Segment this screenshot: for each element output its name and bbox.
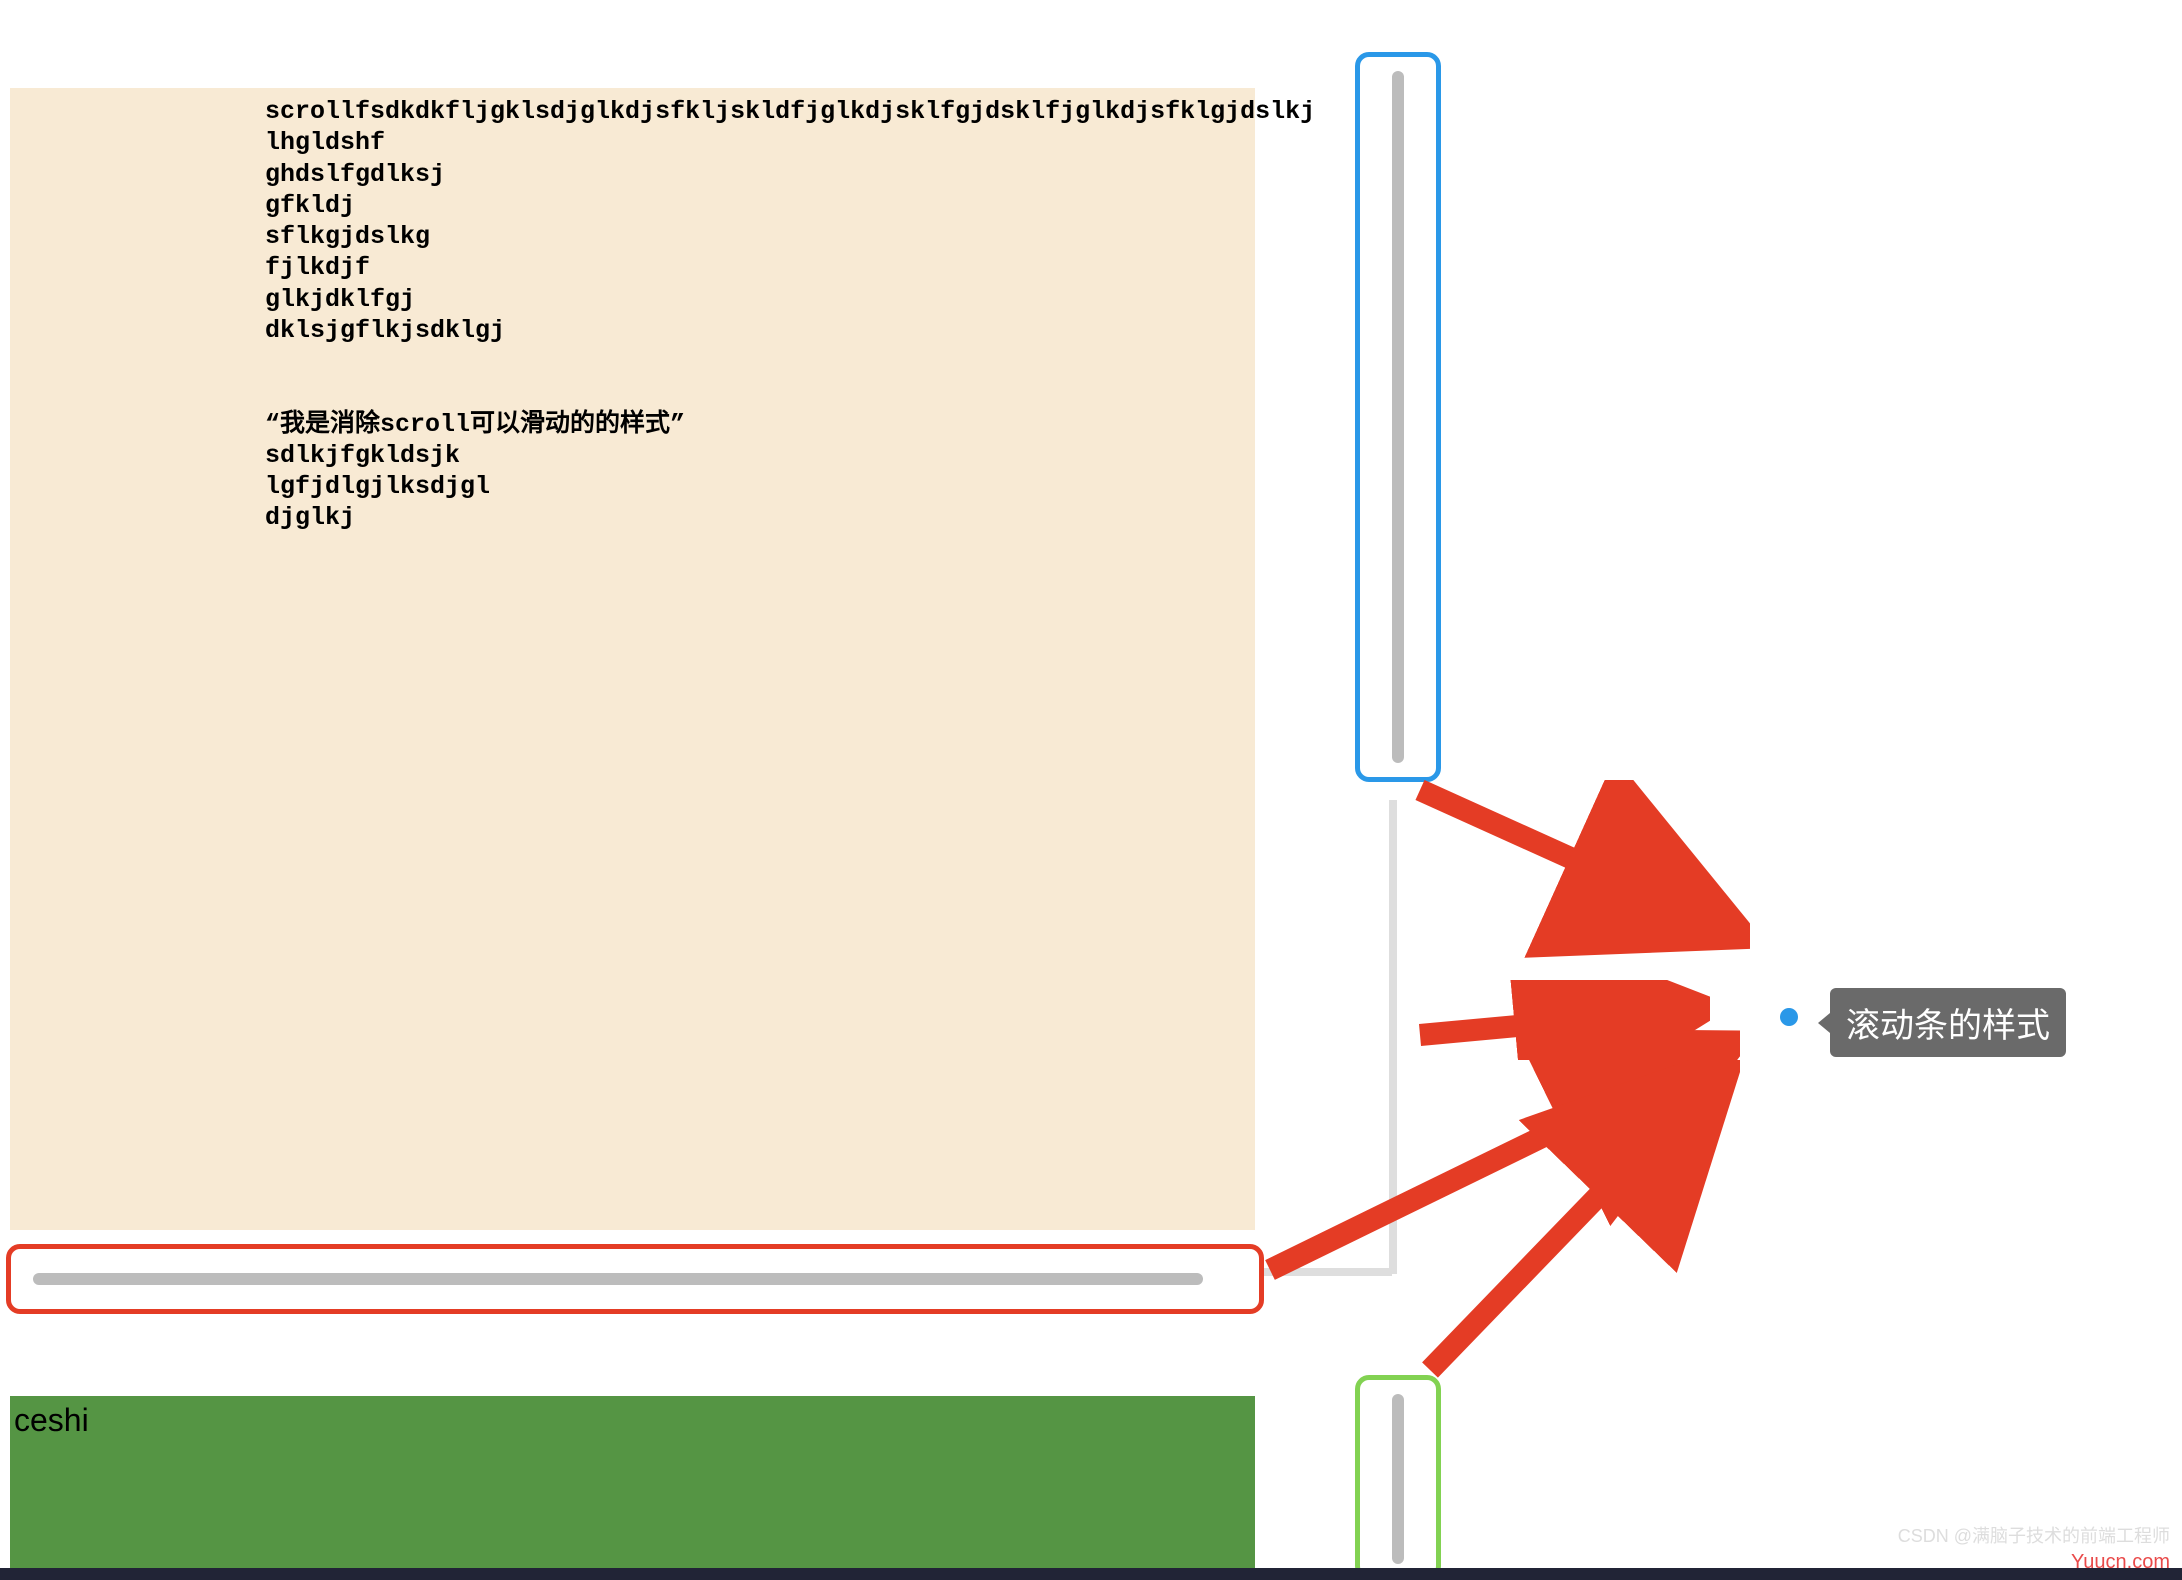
horizontal-scrollbar-thumb[interactable] [33, 1273, 1203, 1285]
annotation-arrow-4 [1420, 1060, 1740, 1380]
tooltip-dot-icon [1780, 1008, 1798, 1026]
csdn-watermark: CSDN @满脑子技术的前端工程师 [1898, 1522, 2170, 1548]
outer-horizontal-track [1264, 1268, 1392, 1276]
panel-2-label: ceshi [14, 1402, 89, 1439]
annotation-arrow-1 [1410, 780, 1750, 980]
bottom-strip [0, 1568, 2182, 1580]
vertical-scrollbar-highlight-green [1355, 1375, 1441, 1580]
horizontal-scrollbar-highlight-red [6, 1244, 1264, 1314]
outer-vertical-track [1389, 800, 1397, 1274]
annotation-arrow-2 [1410, 980, 1710, 1060]
scrollbar-style-tooltip: 滚动条的样式 [1830, 988, 2066, 1057]
annotation-arrow-3 [1260, 1030, 1740, 1280]
vertical-scrollbar-highlight-blue [1355, 52, 1441, 782]
scroll-demo-panel-2: ceshi [10, 1396, 1255, 1580]
vertical-scrollbar-thumb[interactable] [1392, 71, 1404, 763]
panel-1-text: scrollfsdkdkfljgklsdjglkdjsfkljskldfjglk… [265, 96, 1315, 534]
vertical-scrollbar-thumb-green[interactable] [1392, 1394, 1404, 1564]
